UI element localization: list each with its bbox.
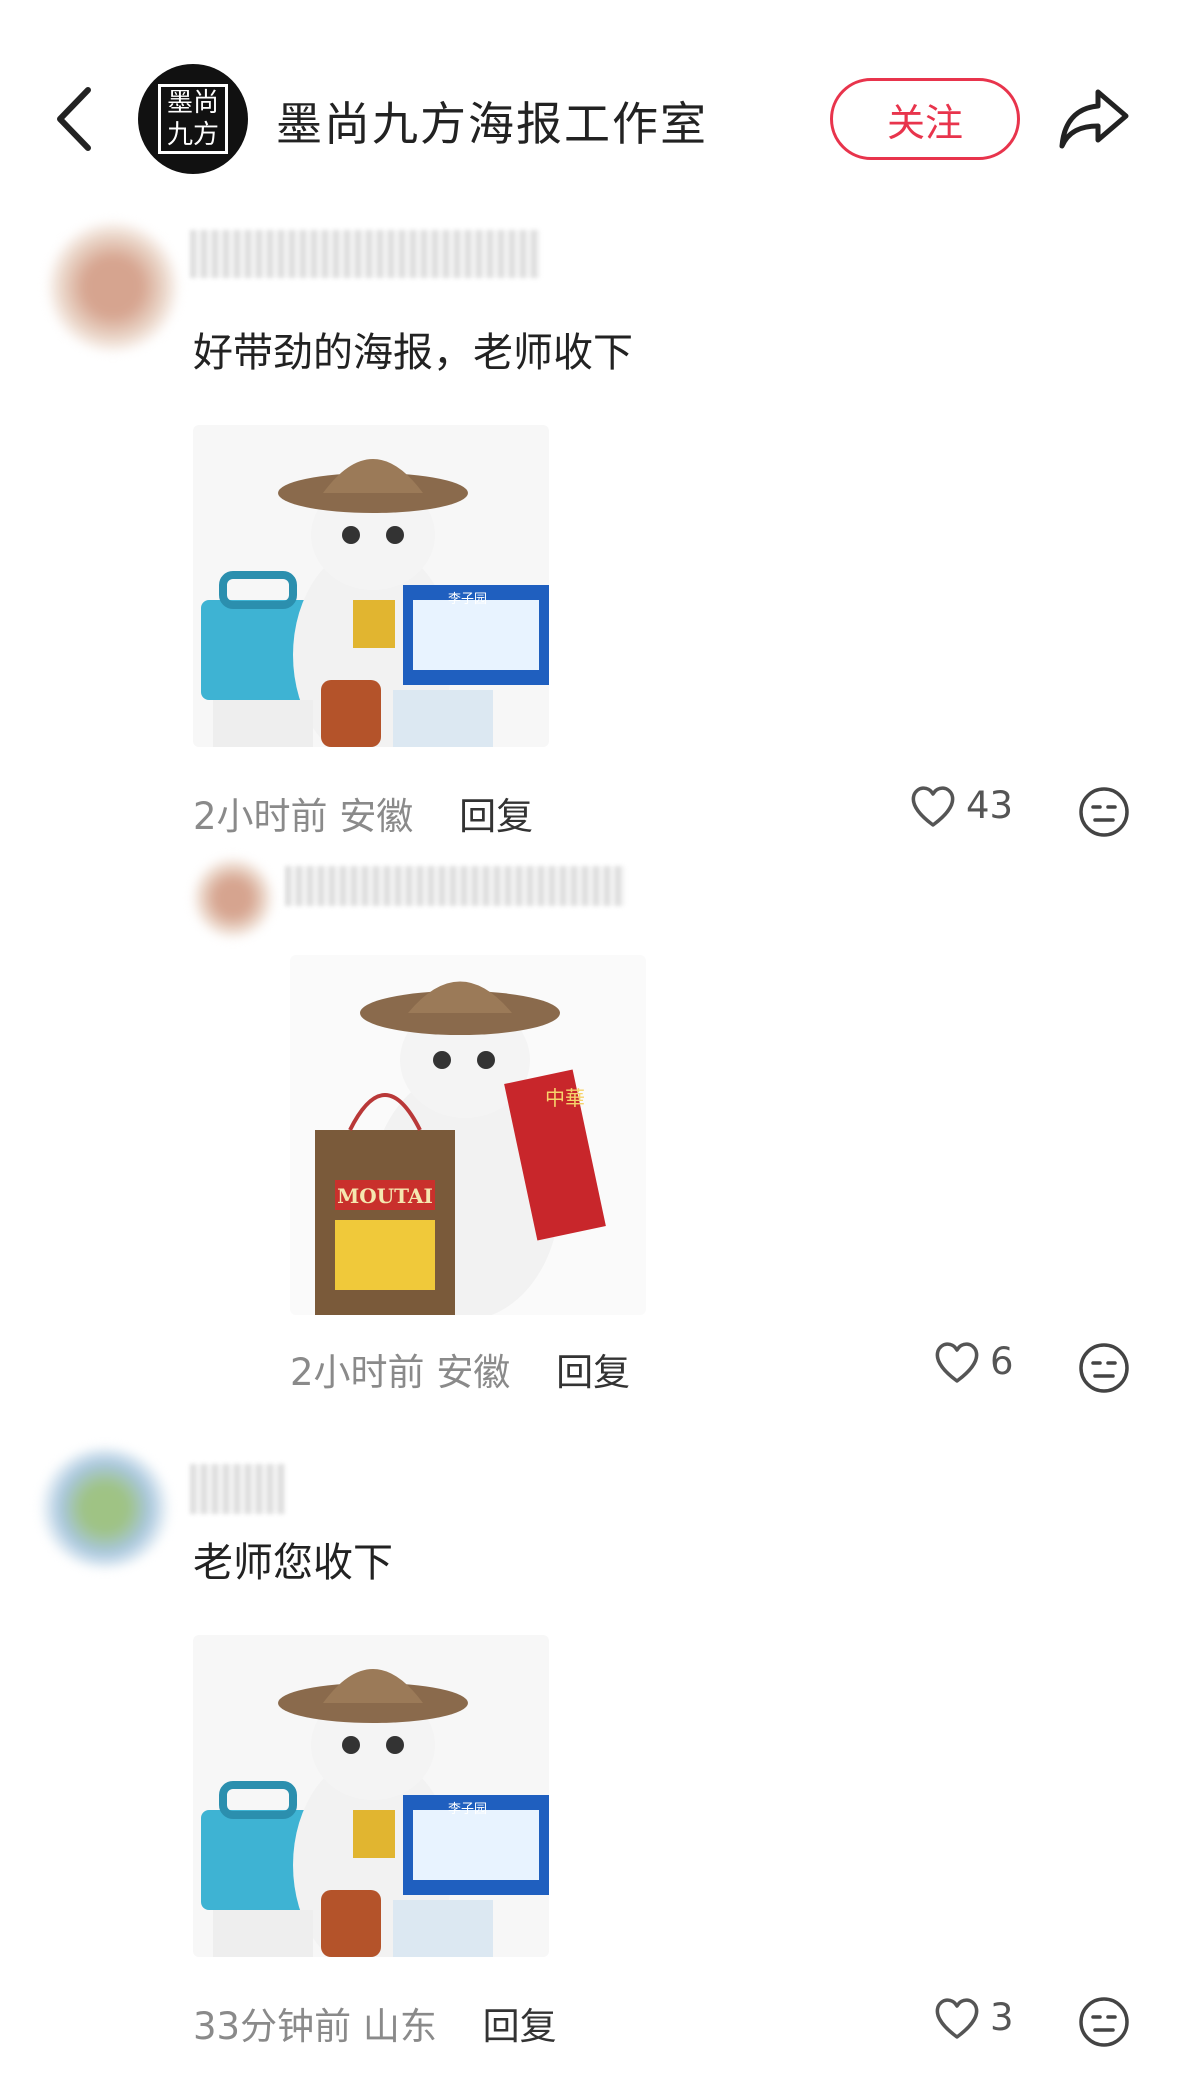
account-name[interactable]: 墨尚九方海报工作室 bbox=[276, 88, 708, 154]
comment-image-cat-gifts[interactable]: 李子园 bbox=[193, 425, 549, 747]
comment-image-cat-gifts[interactable]: 李子园 bbox=[193, 1635, 549, 1957]
commenter-name-blurred[interactable] bbox=[190, 230, 540, 278]
back-arrow-icon[interactable] bbox=[50, 84, 100, 154]
reply-button[interactable]: 回复 bbox=[459, 795, 533, 838]
emoji-reaction-icon[interactable] bbox=[1078, 1996, 1130, 2048]
heart-icon bbox=[911, 785, 955, 827]
reply-time: 2小时前 bbox=[290, 1351, 425, 1394]
reply-avatar-blurred[interactable] bbox=[193, 858, 273, 938]
emoji-reaction-icon[interactable] bbox=[1078, 786, 1130, 838]
drink-brand-label: 李子园 bbox=[448, 592, 487, 607]
comment-text: 好带劲的海报，老师收下 bbox=[193, 330, 633, 376]
heart-icon bbox=[935, 1341, 979, 1383]
comment-meta: 33分钟前 山东 回复 bbox=[193, 1996, 557, 2050]
cat-meme-image: 李子园 bbox=[193, 425, 549, 747]
avatar-logo-text: 墨尚九方 bbox=[166, 88, 219, 150]
like-button[interactable]: 6 bbox=[934, 1340, 1014, 1383]
share-icon[interactable] bbox=[1058, 86, 1130, 150]
emoji-reaction-icon[interactable] bbox=[1078, 1342, 1130, 1394]
like-button[interactable]: 3 bbox=[934, 1996, 1014, 2039]
avatar-seal-logo: 墨尚九方 bbox=[158, 84, 228, 154]
reply-image-cat-moutai[interactable]: MOUTAI 中華 bbox=[290, 955, 646, 1315]
like-count: 6 bbox=[990, 1340, 1014, 1383]
drink-brand-label: 李子园 bbox=[448, 1802, 487, 1817]
reply-button[interactable]: 回复 bbox=[556, 1351, 630, 1394]
cat-moutai-image: MOUTAI 中華 bbox=[290, 955, 646, 1315]
commenter-avatar-blurred[interactable] bbox=[48, 222, 178, 352]
like-count: 3 bbox=[990, 1996, 1014, 2039]
heart-icon bbox=[935, 1997, 979, 2039]
comment-meta: 2小时前 安徽 回复 bbox=[193, 786, 533, 840]
reply-name-blurred[interactable] bbox=[285, 866, 625, 906]
moutai-label: MOUTAI bbox=[337, 1184, 433, 1208]
account-avatar[interactable]: 墨尚九方 bbox=[138, 64, 248, 174]
reply-location: 安徽 bbox=[436, 1351, 511, 1394]
like-button[interactable]: 43 bbox=[910, 784, 1013, 827]
reply-button[interactable]: 回复 bbox=[483, 2005, 557, 2048]
cigarette-label: 中華 bbox=[545, 1086, 585, 1110]
reply-meta: 2小时前 安徽 回复 bbox=[290, 1342, 630, 1396]
comment-location: 山东 bbox=[362, 2005, 437, 2048]
cat-meme-image: 李子园 bbox=[193, 1635, 549, 1957]
follow-button[interactable]: 关注 bbox=[830, 78, 1020, 160]
like-count: 43 bbox=[966, 784, 1014, 827]
comment-location: 安徽 bbox=[339, 795, 414, 838]
commenter-name-blurred[interactable] bbox=[190, 1464, 285, 1514]
top-bar: 墨尚九方 墨尚九方海报工作室 关注 bbox=[0, 0, 1179, 200]
comment-time: 2小时前 bbox=[193, 795, 328, 838]
comment-time: 33分钟前 bbox=[193, 2005, 352, 2048]
commenter-avatar-blurred[interactable] bbox=[40, 1448, 170, 1568]
comment-text: 老师您收下 bbox=[193, 1540, 393, 1586]
